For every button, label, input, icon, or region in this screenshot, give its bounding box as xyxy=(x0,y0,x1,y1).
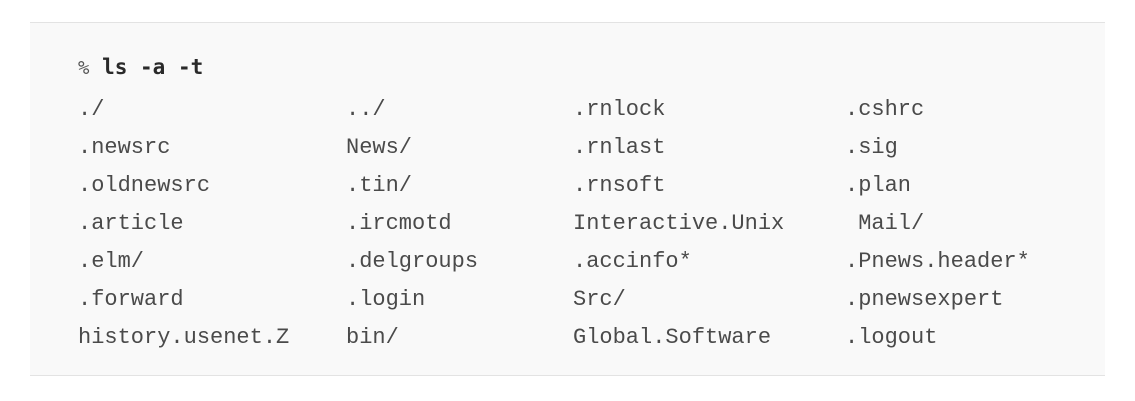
file-entry: .sig xyxy=(845,135,898,160)
file-entry: .rnlock xyxy=(573,97,666,122)
file-entry: bin/ xyxy=(346,325,399,350)
listing-row: .oldnewsrc .tin/ .rnsoft .plan xyxy=(78,167,1065,205)
file-entry: .login xyxy=(346,287,426,312)
shell-prompt: % xyxy=(78,57,90,79)
file-entry: .ircmotd xyxy=(346,211,452,236)
file-entry: .accinfo* xyxy=(573,249,692,274)
file-entry: Global.Software xyxy=(573,325,772,350)
file-entry: .rnlast xyxy=(573,135,666,160)
listing-row: ./ ../ .rnlock .cshrc xyxy=(78,91,1065,129)
file-entry: .Pnews.header* xyxy=(845,249,1030,274)
directory-listing: ./ ../ .rnlock .cshrc .newsrc News/ .rnl… xyxy=(78,91,1065,357)
file-entry: .logout xyxy=(845,325,938,350)
file-entry: Mail/ xyxy=(845,211,925,236)
file-entry: history.usenet.Z xyxy=(78,325,290,350)
listing-row: .elm/ .delgroups .accinfo* .Pnews.header… xyxy=(78,243,1065,281)
file-entry: Src/ xyxy=(573,287,626,312)
file-entry: .forward xyxy=(78,287,184,312)
file-entry: ./ xyxy=(78,97,105,122)
file-entry: .plan xyxy=(845,173,912,198)
file-entry: .delgroups xyxy=(346,249,479,274)
shell-command: ls -a -t xyxy=(102,55,204,79)
file-entry: .elm/ xyxy=(78,249,145,274)
file-entry: .pnewsexpert xyxy=(845,287,1004,312)
file-entry: News/ xyxy=(346,135,413,160)
listing-row: .forward .login Src/ .pnewsexpert xyxy=(78,281,1065,319)
listing-row: .article .ircmotd Interactive.Unix Mail/ xyxy=(78,205,1065,243)
file-entry: .oldnewsrc xyxy=(78,173,211,198)
code-block: % ls -a -t ./ ../ .rnlock .cshrc .newsrc… xyxy=(30,22,1105,376)
file-entry: .newsrc xyxy=(78,135,171,160)
file-entry: ../ xyxy=(346,97,386,122)
listing-row: .newsrc News/ .rnlast .sig xyxy=(78,129,1065,167)
file-entry: .tin/ xyxy=(346,173,413,198)
listing-row: history.usenet.Z bin/ Global.Software .l… xyxy=(78,319,1065,357)
file-entry: .rnsoft xyxy=(573,173,666,198)
file-entry: Interactive.Unix xyxy=(573,211,785,236)
file-entry: .article xyxy=(78,211,184,236)
file-entry: .cshrc xyxy=(845,97,925,122)
command-line: % ls -a -t xyxy=(78,54,203,81)
